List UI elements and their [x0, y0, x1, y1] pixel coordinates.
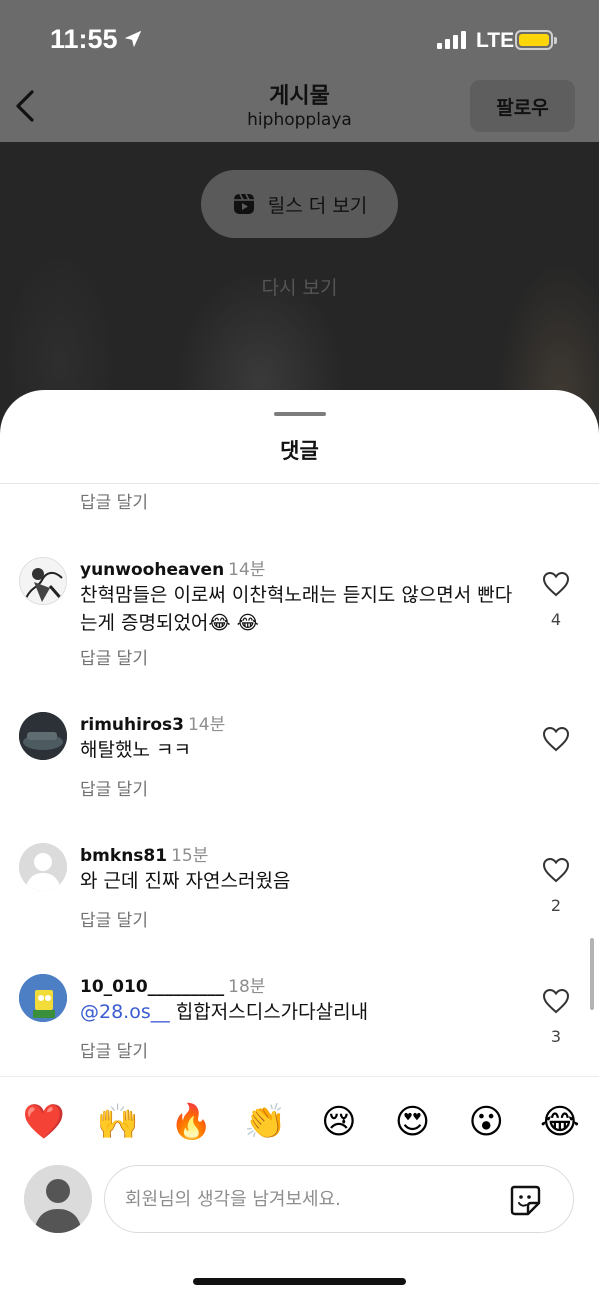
quick-emoji-bar: ❤️ 🙌 🔥 👏 😢 😍 😮 😂 [22, 1100, 582, 1144]
scrollbar[interactable] [590, 938, 594, 1010]
emoji-laughing[interactable]: 😂 [538, 1100, 582, 1144]
comment-body: 찬혁맘들은 이로써 이찬혁노래는 듣지도 않으면서 빤다는게 증명되었어 [80, 584, 513, 634]
battery-icon [515, 30, 557, 50]
comment-header: bmkns81 15분 [80, 841, 208, 866]
comment-text: 해탈했노 ㅋㅋ [80, 739, 191, 761]
comment-header: rimuhiros3 14분 [80, 710, 225, 735]
reply-button[interactable]: 답글 달기 [80, 644, 148, 669]
comment-text: 찬혁맘들은 이로써 이찬혁노래는 듣지도 않으면서 빤다는게 증명되었어😂 😂 [80, 581, 520, 637]
like-heart-icon[interactable] [542, 857, 570, 883]
drag-handle[interactable] [274, 412, 326, 416]
comments-sheet: 댓글 답글 달기 yunwooheaven 14분 찬혁맘들은 이로써 이찬혁노래… [0, 390, 599, 1298]
avatar-photo-icon [19, 712, 67, 760]
comment-time: 14분 [228, 560, 266, 580]
comment-mention[interactable]: @28.os__ [80, 1001, 170, 1023]
reply-button[interactable]: 답글 달기 [80, 775, 148, 800]
comment-time: 15분 [171, 846, 209, 866]
comment-text: 와 근데 진짜 자연스러웠음 [80, 870, 291, 892]
emoji-heart-eyes[interactable]: 😍 [391, 1100, 435, 1144]
more-reels-button[interactable]: 릴스 더 보기 [201, 170, 398, 238]
like-heart-icon[interactable] [542, 571, 570, 597]
emoji-clap[interactable]: 👏 [243, 1100, 287, 1144]
follow-button[interactable]: 팔로우 [470, 80, 575, 132]
comment-username[interactable]: rimuhiros3 [80, 715, 184, 735]
like-heart-icon[interactable] [542, 988, 570, 1014]
cellular-signal-icon [437, 31, 466, 49]
comment-time: 18분 [228, 977, 266, 997]
comment-input[interactable] [125, 1166, 505, 1232]
default-avatar-icon [24, 1165, 92, 1233]
avatar-cartoon-icon [19, 974, 67, 1022]
emoji-crying[interactable]: 😢 [317, 1100, 361, 1144]
comment-header: 10_010_________ 18분 [80, 972, 265, 997]
status-bar: 11:55 LTE [0, 0, 599, 80]
divider [0, 1076, 599, 1077]
avatar[interactable] [19, 843, 67, 891]
emoji-raised-hands[interactable]: 🙌 [96, 1100, 140, 1144]
home-indicator [193, 1278, 406, 1285]
comment-username[interactable]: bmkns81 [80, 846, 167, 866]
emoji-heart[interactable]: ❤️ [22, 1100, 66, 1144]
status-time: 11:55 [50, 24, 118, 54]
my-avatar [24, 1165, 92, 1233]
avatar[interactable] [19, 712, 67, 760]
avatar[interactable] [19, 974, 67, 1022]
default-avatar-icon [19, 843, 67, 891]
comment-username[interactable]: 10_010_________ [80, 977, 224, 997]
emoji-fire[interactable]: 🔥 [169, 1100, 213, 1144]
sticker-icon[interactable] [508, 1183, 542, 1217]
like-count: 4 [550, 610, 562, 629]
divider [0, 483, 599, 484]
like-count: 3 [550, 1027, 562, 1046]
like-heart-icon[interactable] [542, 726, 570, 752]
comment-composer [104, 1165, 574, 1233]
replay-button[interactable]: 다시 보기 [0, 273, 599, 300]
reply-button[interactable]: 답글 달기 [80, 906, 148, 931]
reels-icon [233, 193, 254, 214]
comment-time: 14분 [187, 715, 226, 735]
comment-body: 힙합저스디스가다살리내 [175, 1001, 369, 1023]
like-count: 2 [550, 896, 562, 915]
emoji-surprised[interactable]: 😮 [464, 1100, 508, 1144]
comments-sheet-title: 댓글 [280, 439, 319, 463]
more-reels-label: 릴스 더 보기 [267, 194, 368, 217]
reply-button[interactable]: 답글 달기 [80, 1037, 148, 1062]
comment-username[interactable]: yunwooheaven [80, 560, 224, 580]
comment-emoji: 😂 😂 [208, 612, 259, 634]
comment-header: yunwooheaven 14분 [80, 555, 265, 580]
network-type: LTE [476, 29, 515, 52]
reply-button[interactable]: 답글 달기 [80, 488, 148, 513]
comment-text: @28.os__ 힙합저스디스가다살리내 [80, 998, 520, 1026]
avatar-drawing-icon [20, 558, 66, 604]
avatar[interactable] [19, 557, 67, 605]
location-arrow-icon [124, 30, 142, 48]
